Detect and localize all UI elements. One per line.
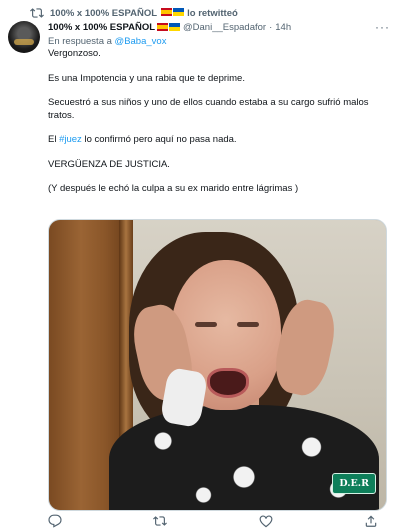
reply-handle-link[interactable]: @Baba_vox xyxy=(115,36,167,47)
tweet-text-line-4: El #juez lo confirmó pero aquí no pasa n… xyxy=(48,134,388,147)
author-handle[interactable]: @Dani__Espadafor xyxy=(183,22,266,33)
tweet-header: 100% x 100% ESPAÑOL @Dani__Espadafor · 1… xyxy=(48,20,390,34)
retweet-icon xyxy=(30,6,44,20)
ukraine-flag-icon xyxy=(173,7,185,16)
spain-flag-icon xyxy=(161,7,173,16)
author-name[interactable]: 100% x 100% ESPAÑOL xyxy=(48,22,155,33)
mouth-shape xyxy=(207,368,249,398)
tweet-text-line-1: Vergonzoso. xyxy=(48,48,101,59)
author-flag-icons xyxy=(157,23,181,31)
hashtag-link[interactable]: #juez xyxy=(59,134,82,145)
reply-prefix: En respuesta a xyxy=(48,36,112,47)
flag-icons xyxy=(161,7,185,16)
retweet-context[interactable]: 100% x 100% ESPAÑOL lo retwitteó xyxy=(30,6,238,20)
eye-shape xyxy=(195,322,217,327)
avatar[interactable] xyxy=(8,21,40,53)
tweet-text-line-2: Es una Impotencia y una rabia que te dep… xyxy=(48,72,245,84)
watermark-logo: D.E.R xyxy=(332,473,376,494)
tweet-media-image[interactable]: D.E.R xyxy=(48,219,387,511)
tweet-text-line-3: Secuestró a sus niños y uno de ellos cua… xyxy=(48,97,369,121)
more-icon[interactable]: ··· xyxy=(375,20,390,34)
tweet-text-line-5: VERGÜENZA DE JUSTICIA. xyxy=(48,158,170,170)
retweet-label: lo retwitteó xyxy=(187,7,238,19)
text-fragment: lo confirmó pero aquí no pasa nada. xyxy=(84,134,237,145)
timestamp[interactable]: 14h xyxy=(275,22,291,33)
separator: · xyxy=(269,21,273,33)
shirt-shape xyxy=(109,405,379,510)
ukraine-flag-icon xyxy=(169,23,181,31)
retweeter-name[interactable]: 100% x 100% ESPAÑOL xyxy=(50,8,157,19)
spain-flag-icon xyxy=(157,23,169,31)
text-fragment: El xyxy=(48,134,57,145)
reply-context: En respuesta a @Baba_vox xyxy=(48,36,388,47)
tweet-text-line-6: (Y después le echó la culpa a su ex mari… xyxy=(48,183,299,194)
eye-shape xyxy=(237,322,259,327)
tweet[interactable]: 100% x 100% ESPAÑOL @Dani__Espadafor · 1… xyxy=(48,20,390,196)
